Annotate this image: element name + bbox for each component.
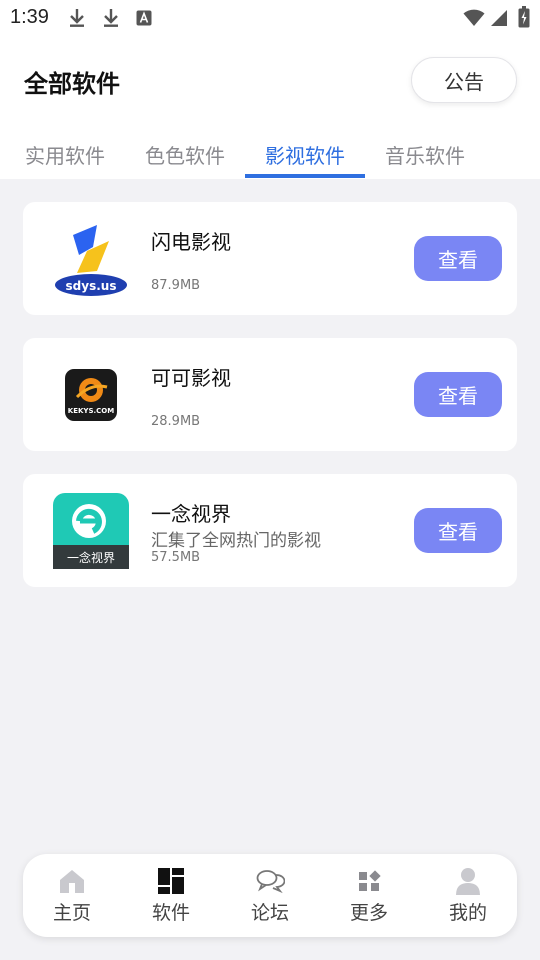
app-name: 一念视界 [151, 502, 231, 526]
nav-software[interactable]: 软件 [122, 866, 220, 925]
view-button[interactable]: 查看 [414, 508, 502, 553]
category-tabs: 实用软件 色色软件 影视软件 音乐软件 [0, 136, 540, 179]
wifi-icon [463, 9, 485, 26]
app-card[interactable]: 一念视界 一念视界 汇集了全网热门的影视 57.5MB 查看 [23, 474, 517, 587]
download-icon [70, 9, 84, 27]
kekys-logo-text: KEKYS.COM [68, 407, 114, 415]
keyboard-a-icon [136, 10, 152, 26]
chat-bubbles-icon [256, 870, 285, 894]
status-bar: 1:39 [0, 0, 540, 36]
app-card[interactable]: sdys.us 闪电影视 87.9MB 查看 [23, 202, 517, 315]
app-name: 闪电影视 [151, 230, 231, 254]
sdys-logo-text: sdys.us [66, 279, 117, 293]
tab-adult[interactable]: 色色软件 [125, 140, 245, 169]
sdys-logo-icon: sdys.us [53, 221, 129, 297]
signal-icon [491, 10, 507, 26]
nav-home[interactable]: 主页 [23, 866, 121, 925]
status-time: 1:39 [10, 6, 49, 28]
view-button[interactable]: 查看 [414, 236, 502, 281]
app-name: 可可影视 [151, 366, 231, 390]
more-grid-icon [359, 870, 381, 891]
tab-music[interactable]: 音乐软件 [365, 140, 485, 169]
view-button[interactable]: 查看 [414, 372, 502, 417]
page-title: 全部软件 [24, 70, 120, 98]
nav-profile[interactable]: 我的 [419, 866, 517, 925]
yinian-logo-icon: 一念视界 [53, 493, 129, 569]
nav-label: 论坛 [250, 902, 289, 924]
app-card[interactable]: KEKYS.COM 可可影视 28.9MB 查看 [23, 338, 517, 451]
nav-label: 软件 [151, 902, 190, 924]
battery-charging-icon [518, 6, 530, 28]
app-description: 汇集了全网热门的影视 [151, 531, 321, 551]
kekys-logo-icon: KEKYS.COM [53, 357, 129, 433]
tab-utility[interactable]: 实用软件 [5, 140, 125, 169]
yinian-logo-text: 一念视界 [67, 550, 115, 565]
nav-label: 主页 [52, 902, 91, 924]
notice-button[interactable]: 公告 [411, 57, 517, 103]
nav-label: 我的 [448, 902, 487, 924]
nav-more[interactable]: 更多 [320, 866, 418, 925]
apps-grid-icon [158, 868, 184, 894]
header: 全部软件 公告 实用软件 色色软件 影视软件 音乐软件 [0, 36, 540, 179]
app-size: 57.5MB [151, 550, 201, 565]
user-icon [456, 868, 480, 895]
download-icon [104, 9, 118, 27]
nav-label: 更多 [349, 902, 388, 924]
app-size: 87.9MB [151, 278, 201, 293]
active-tab-indicator [245, 174, 365, 178]
home-icon [60, 870, 84, 893]
app-size: 28.9MB [151, 414, 201, 429]
tab-video[interactable]: 影视软件 [245, 140, 365, 169]
nav-forum[interactable]: 论坛 [221, 866, 319, 925]
bottom-nav: 主页 软件 论坛 更多 我的 [23, 854, 517, 937]
